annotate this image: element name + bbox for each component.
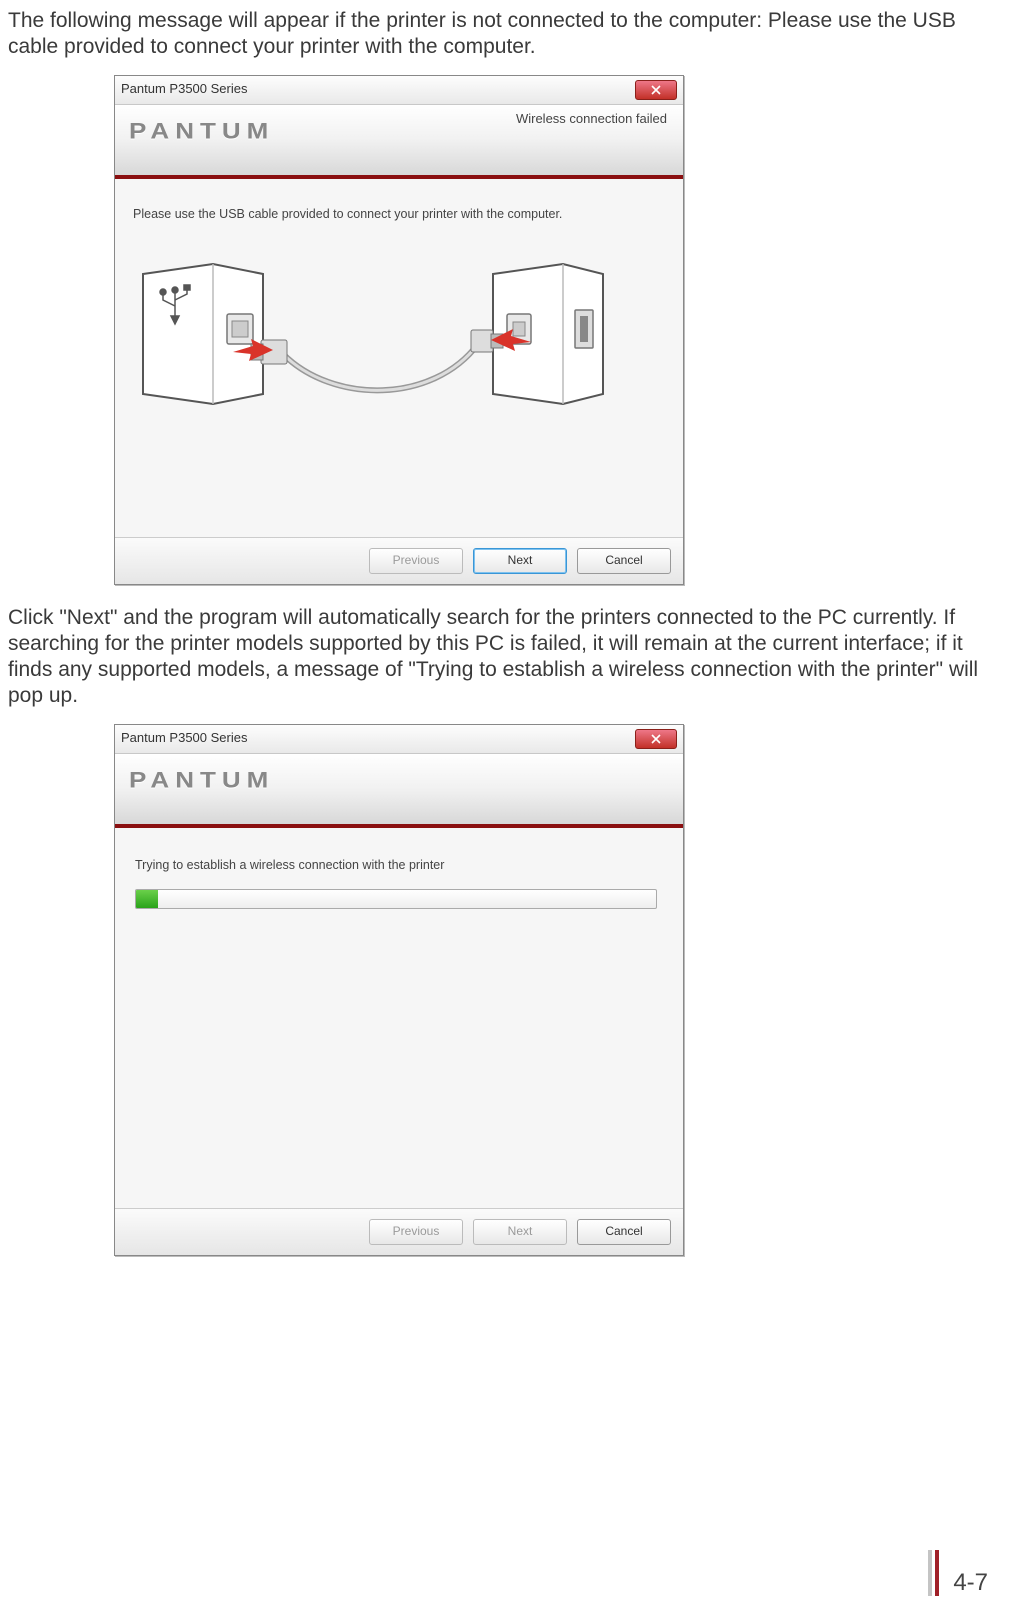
instruction-text: Please use the USB cable provided to con… [133, 207, 665, 223]
titlebar: Pantum P3500 Series [115, 76, 683, 105]
next-button[interactable]: Next [473, 1219, 567, 1245]
brand-logo: PANTUM [129, 766, 669, 794]
dialog-footer: Previous Next Cancel [115, 537, 683, 584]
titlebar: Pantum P3500 Series [115, 725, 683, 754]
previous-button[interactable]: Previous [369, 548, 463, 574]
dialog-connecting: Pantum P3500 Series PANTUM Trying to est… [114, 724, 684, 1256]
intro-text: The following message will appear if the… [8, 8, 994, 61]
progress-bar [135, 889, 657, 909]
dialog-connection-failed: Pantum P3500 Series Wireless connection … [114, 75, 684, 585]
close-button[interactable] [635, 729, 677, 749]
cancel-button[interactable]: Cancel [577, 548, 671, 574]
progress-text: Trying to establish a wireless connectio… [135, 858, 663, 874]
close-icon [651, 85, 661, 95]
dialog-header: Wireless connection failed PANTUM [115, 105, 683, 179]
window-title: Pantum P3500 Series [121, 730, 247, 746]
mid-text: Click "Next" and the program will automa… [8, 605, 994, 710]
next-button[interactable]: Next [473, 548, 567, 574]
previous-button[interactable]: Previous [369, 1219, 463, 1245]
dialog-body: Trying to establish a wireless connectio… [115, 828, 683, 1208]
cancel-button[interactable]: Cancel [577, 1219, 671, 1245]
close-icon [651, 734, 661, 744]
brand-logo: PANTUM [129, 117, 669, 145]
dialog-body: Please use the USB cable provided to con… [115, 179, 683, 537]
close-button[interactable] [635, 80, 677, 100]
window-title: Pantum P3500 Series [121, 81, 247, 97]
progress-fill [136, 890, 158, 908]
usb-connection-illustration [133, 244, 613, 414]
dialog-header: PANTUM [115, 754, 683, 828]
page-number: 4-7 [953, 1568, 988, 1598]
dialog-footer: Previous Next Cancel [115, 1208, 683, 1255]
